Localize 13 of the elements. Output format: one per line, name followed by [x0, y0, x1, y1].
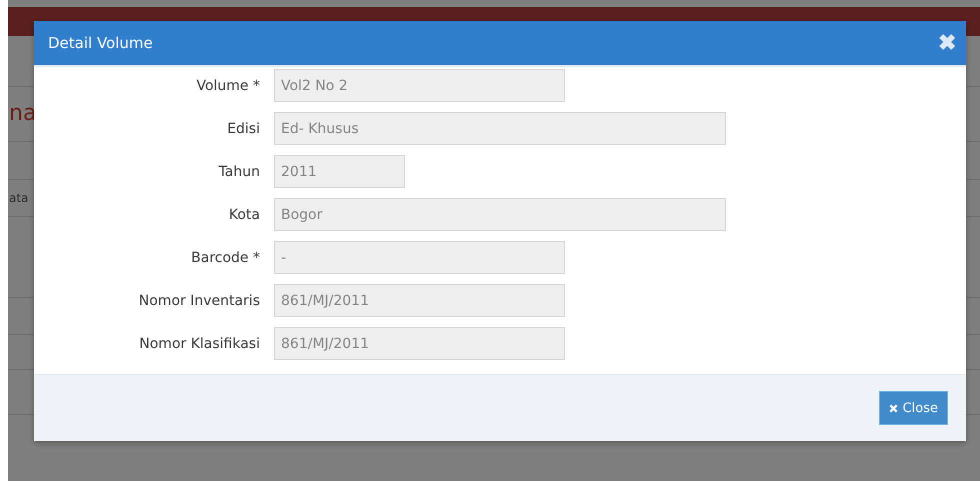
- field-label: Edisi: [226, 120, 261, 136]
- close-icon: [888, 404, 898, 412]
- dialog-title: Detail Volume: [48, 34, 153, 52]
- close-button[interactable]: Close: [878, 391, 948, 425]
- close-button[interactable]: ✖: [938, 30, 956, 56]
- field-label: Nomor Inventaris: [138, 292, 261, 308]
- table-text: ata: [9, 192, 28, 204]
- page-heading: na: [9, 103, 36, 125]
- field-label: Volume *: [195, 78, 261, 94]
- field-label: Tahun: [218, 164, 261, 180]
- field-label: Kota: [228, 206, 261, 222]
- field-label: Barcode *: [190, 250, 261, 266]
- field-label: Nomor Klasifikasi: [138, 336, 261, 352]
